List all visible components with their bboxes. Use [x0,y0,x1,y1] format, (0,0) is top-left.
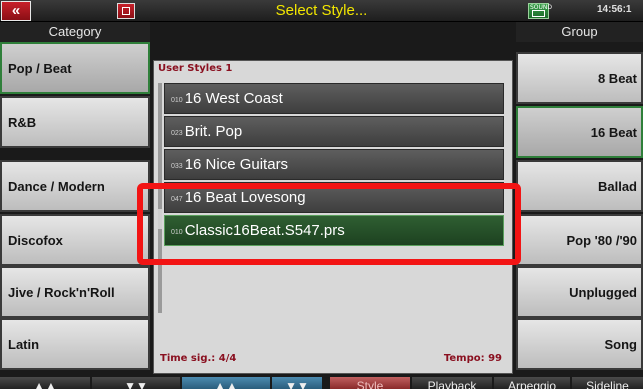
style-name: 16 Nice Guitars [184,156,289,173]
category-header: Category [0,22,150,42]
list-header: User Styles 1 [158,63,233,74]
page-down-button[interactable]: ▼▼ [92,377,180,389]
page-title: Select Style... [275,2,368,19]
category-label: Dance / Modern [8,178,105,194]
time-signature: Time sig.: 4/4 [160,353,237,364]
highlight-box [137,183,521,265]
style-number: 010 [171,96,183,104]
category-button-1[interactable]: R&B [0,96,150,148]
style-name: 16 West Coast [184,90,283,107]
clock: 14:56:1 [597,4,632,15]
sideline-tab-button[interactable]: Sideline [572,377,643,389]
group-label: 16 Beat [590,124,637,140]
group-label: Song [604,336,638,352]
group-button-5[interactable]: Song [516,318,643,370]
category-label: Jive / Rock'n'Roll [8,284,115,300]
category-label: R&B [8,114,37,130]
style-number: 033 [171,162,183,170]
group-button-1[interactable]: 16 Beat [516,106,643,158]
page-up-button[interactable]: ▲▲ [0,377,90,389]
group-button-4[interactable]: Unplugged [516,266,643,318]
category-button-5[interactable]: Latin [0,318,150,370]
group-label: Ballad [597,178,637,194]
list-item[interactable]: 033 16 Nice Guitars [164,149,504,180]
list-item[interactable]: 010 16 West Coast [164,83,504,114]
scroll-up-button[interactable]: ▲▲ [182,377,270,389]
category-label: Pop / Beat [8,60,72,76]
group-button-3[interactable]: Pop '80 /'90 [516,214,643,266]
group-label: Pop '80 /'90 [566,232,638,248]
scroll-down-button[interactable]: ▼▼ [272,377,322,389]
category-button-3[interactable]: Discofox [0,214,150,266]
category-button-4[interactable]: Jive / Rock'n'Roll [0,266,150,318]
group-button-0[interactable]: 8 Beat [516,52,643,104]
style-name: Brit. Pop [184,123,243,140]
tempo: Tempo: 99 [443,353,502,364]
category-button-2[interactable]: Dance / Modern [0,160,150,212]
group-button-2[interactable]: Ballad [516,160,643,212]
category-button-0[interactable]: Pop / Beat [0,42,150,94]
group-label: 8 Beat [597,70,637,86]
category-label: Discofox [8,232,63,248]
category-label: Latin [8,336,40,352]
style-tab-button[interactable]: Style [330,377,410,389]
menu-icon[interactable] [117,3,135,19]
arpeggio-tab-button[interactable]: Arpeggio [494,377,570,389]
group-header: Group [516,22,643,42]
sound-status-icon[interactable]: SOUND [528,3,552,19]
style-number: 023 [171,129,183,137]
back-button[interactable]: « [1,1,31,21]
group-label: Unplugged [569,284,637,300]
playback-tab-button[interactable]: Playback [412,377,492,389]
list-item[interactable]: 023 Brit. Pop [164,116,504,147]
